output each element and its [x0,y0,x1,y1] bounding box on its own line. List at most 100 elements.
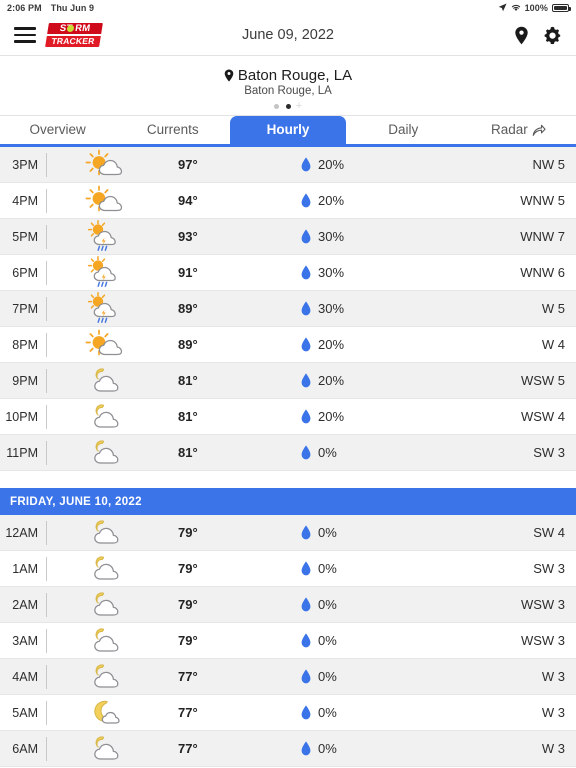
moon-behind-cloud-icon [84,662,126,692]
status-bar-right-group: 100% [498,3,569,13]
battery-full-icon [552,4,569,12]
hourly-wind: SW 3 [496,445,576,460]
hourly-precip-value: 0% [318,597,337,612]
hourly-row[interactable]: 4PM 94° 20%WNW 5 [0,183,576,219]
hourly-precip-value: 20% [318,157,344,172]
hourly-row[interactable]: 7PM 89° 30%W 5 [0,291,576,327]
tab-overview[interactable]: Overview [0,116,115,144]
hourly-condition-icon [47,662,163,692]
hourly-condition-icon [47,149,163,181]
hourly-wind: NW 5 [496,157,576,172]
app-bar-actions [514,26,562,45]
hamburger-menu-icon[interactable] [14,27,36,43]
tab-daily-label: Daily [388,122,418,137]
precip-droplet-icon [301,301,311,316]
hourly-row[interactable]: 9PM 81° 20%WSW 5 [0,363,576,399]
hourly-precip-group: 20% [253,157,496,172]
moon-behind-cloud-icon [84,366,126,396]
hourly-temperature: 89° [163,301,253,316]
moon-behind-cloud-icon [84,402,126,432]
hourly-wind: W 3 [496,669,576,684]
hourly-wind: WSW 4 [496,409,576,424]
hourly-temperature: 77° [163,741,253,756]
hourly-precip-group: 0% [253,705,496,720]
precip-droplet-icon [301,597,311,612]
location-primary-label: Baton Rouge, LA [238,67,352,84]
sun-behind-thunderstorm-icon [83,220,127,254]
moon-behind-cloud-icon [84,518,126,548]
tab-hourly-label: Hourly [267,122,310,137]
gear-icon[interactable] [543,26,562,45]
pager-dot-2[interactable] [286,104,291,109]
hourly-time: 12AM [0,526,46,540]
moon-behind-cloud-icon [84,554,126,584]
location-primary-row: Baton Rouge, LA [0,67,576,84]
hourly-condition-icon [47,256,163,290]
hourly-wind: WNW 6 [496,265,576,280]
precip-droplet-icon [301,445,311,460]
location-header: Baton Rouge, LA Baton Rouge, LA + [0,56,576,116]
tab-hourly[interactable]: Hourly [230,116,345,144]
sun-behind-thunderstorm-icon [83,256,127,290]
hourly-condition-icon [47,185,163,217]
status-bar-time: 2:06 PM [7,3,42,13]
hourly-temperature: 89° [163,337,253,352]
hourly-condition-icon [47,438,163,468]
hourly-condition-icon [47,698,163,728]
hourly-precip-group: 0% [253,561,496,576]
weather-app-screen: 2:06 PM Thu Jun 9 100% ST RM TRACK [0,0,576,768]
hourly-condition-icon [47,590,163,620]
hourly-precip-value: 0% [318,445,337,460]
hourly-wind: WSW 5 [496,373,576,388]
hourly-temperature: 79° [163,561,253,576]
hourly-temperature: 91° [163,265,253,280]
hourly-row[interactable]: 6AM 77° 0%W 3 [0,731,576,767]
hourly-precip-value: 20% [318,409,344,424]
hourly-time: 5PM [0,230,46,244]
hourly-temperature: 79° [163,597,253,612]
precip-droplet-icon [301,265,311,280]
hourly-row[interactable]: 10PM 81° 20%WSW 4 [0,399,576,435]
precip-droplet-icon [301,193,311,208]
hourly-temperature: 77° [163,705,253,720]
hourly-precip-value: 0% [318,525,337,540]
hourly-row[interactable]: 5AM 77° 0%W 3 [0,695,576,731]
hourly-precip-group: 20% [253,373,496,388]
hourly-row[interactable]: 3PM 97° 20%NW 5 [0,147,576,183]
logo-line-1: ST RM [46,22,104,35]
hourly-row[interactable]: 4AM 77° 0%W 3 [0,659,576,695]
status-bar-date: Thu Jun 9 [51,3,94,13]
location-pin-icon[interactable] [514,26,529,45]
hourly-precip-group: 0% [253,669,496,684]
precip-droplet-icon [301,373,311,388]
tab-daily[interactable]: Daily [346,116,461,144]
hourly-time: 6AM [0,742,46,756]
hourly-row[interactable]: 5PM 93° 30%WNW 7 [0,219,576,255]
hourly-row[interactable]: 2AM 79° 0%WSW 3 [0,587,576,623]
hourly-wind: WSW 3 [496,597,576,612]
hourly-condition-icon [47,402,163,432]
logo-line-2: TRACKER [44,35,102,48]
hourly-time: 6PM [0,266,46,280]
sun-behind-cloud-icon [83,149,127,181]
hourly-row[interactable]: 12AM 79° 0%SW 4 [0,515,576,551]
hourly-row[interactable]: 11PM 81° 0%SW 3 [0,435,576,471]
hourly-row[interactable]: 1AM 79° 0%SW 3 [0,551,576,587]
hourly-row[interactable]: 8PM 89° 20%W 4 [0,327,576,363]
hourly-temperature: 81° [163,373,253,388]
hourly-row[interactable]: 6PM 91° 30% WNW 6 [0,255,576,291]
hourly-row[interactable]: 3AM 79° 0%WSW 3 [0,623,576,659]
hourly-temperature: 77° [163,669,253,684]
tab-currents[interactable]: Currents [115,116,230,144]
hourly-precip-value: 30% [318,265,344,280]
hourly-temperature: 97° [163,157,253,172]
pager-dot-1[interactable] [274,104,279,109]
hourly-time: 3AM [0,634,46,648]
add-location-button[interactable]: + [296,104,302,109]
hourly-wind: SW 4 [496,525,576,540]
hourly-time: 4AM [0,670,46,684]
tab-radar[interactable]: Radar [461,116,576,144]
sun-behind-thunderstorm-icon [83,292,127,326]
hourly-time: 10PM [0,410,46,424]
hourly-precip-group: 0% [253,741,496,756]
